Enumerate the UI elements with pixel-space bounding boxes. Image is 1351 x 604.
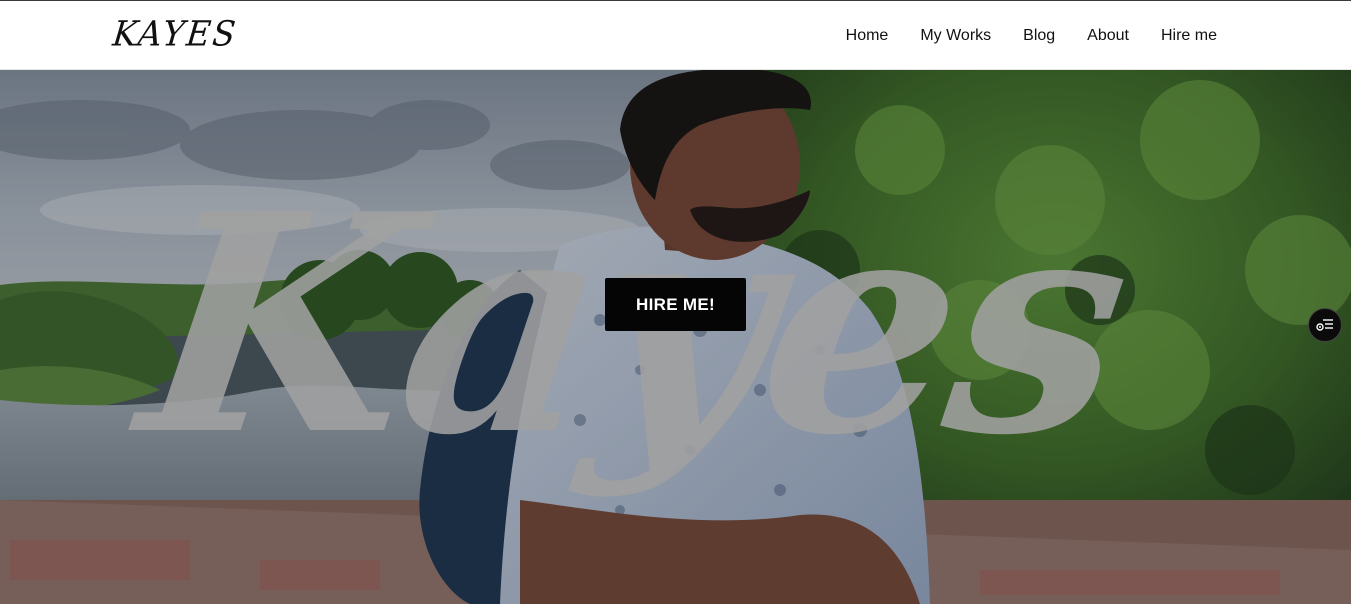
- nav-my-works[interactable]: My Works: [920, 27, 991, 45]
- main-nav: Home My Works Blog About Hire me: [846, 1, 1217, 71]
- settings-list-icon-glyph: [1316, 319, 1333, 331]
- settings-list-icon[interactable]: [1308, 308, 1342, 342]
- hire-me-button[interactable]: HIRE ME!: [605, 278, 746, 331]
- site-logo[interactable]: KAYES: [111, 13, 240, 54]
- nav-hire-me[interactable]: Hire me: [1161, 27, 1217, 45]
- hero-section: Kayes HIRE ME!: [0, 70, 1351, 604]
- nav-blog[interactable]: Blog: [1023, 27, 1055, 45]
- nav-home[interactable]: Home: [846, 27, 889, 45]
- site-header: KAYES Home My Works Blog About Hire me: [0, 0, 1351, 70]
- nav-about[interactable]: About: [1087, 27, 1129, 45]
